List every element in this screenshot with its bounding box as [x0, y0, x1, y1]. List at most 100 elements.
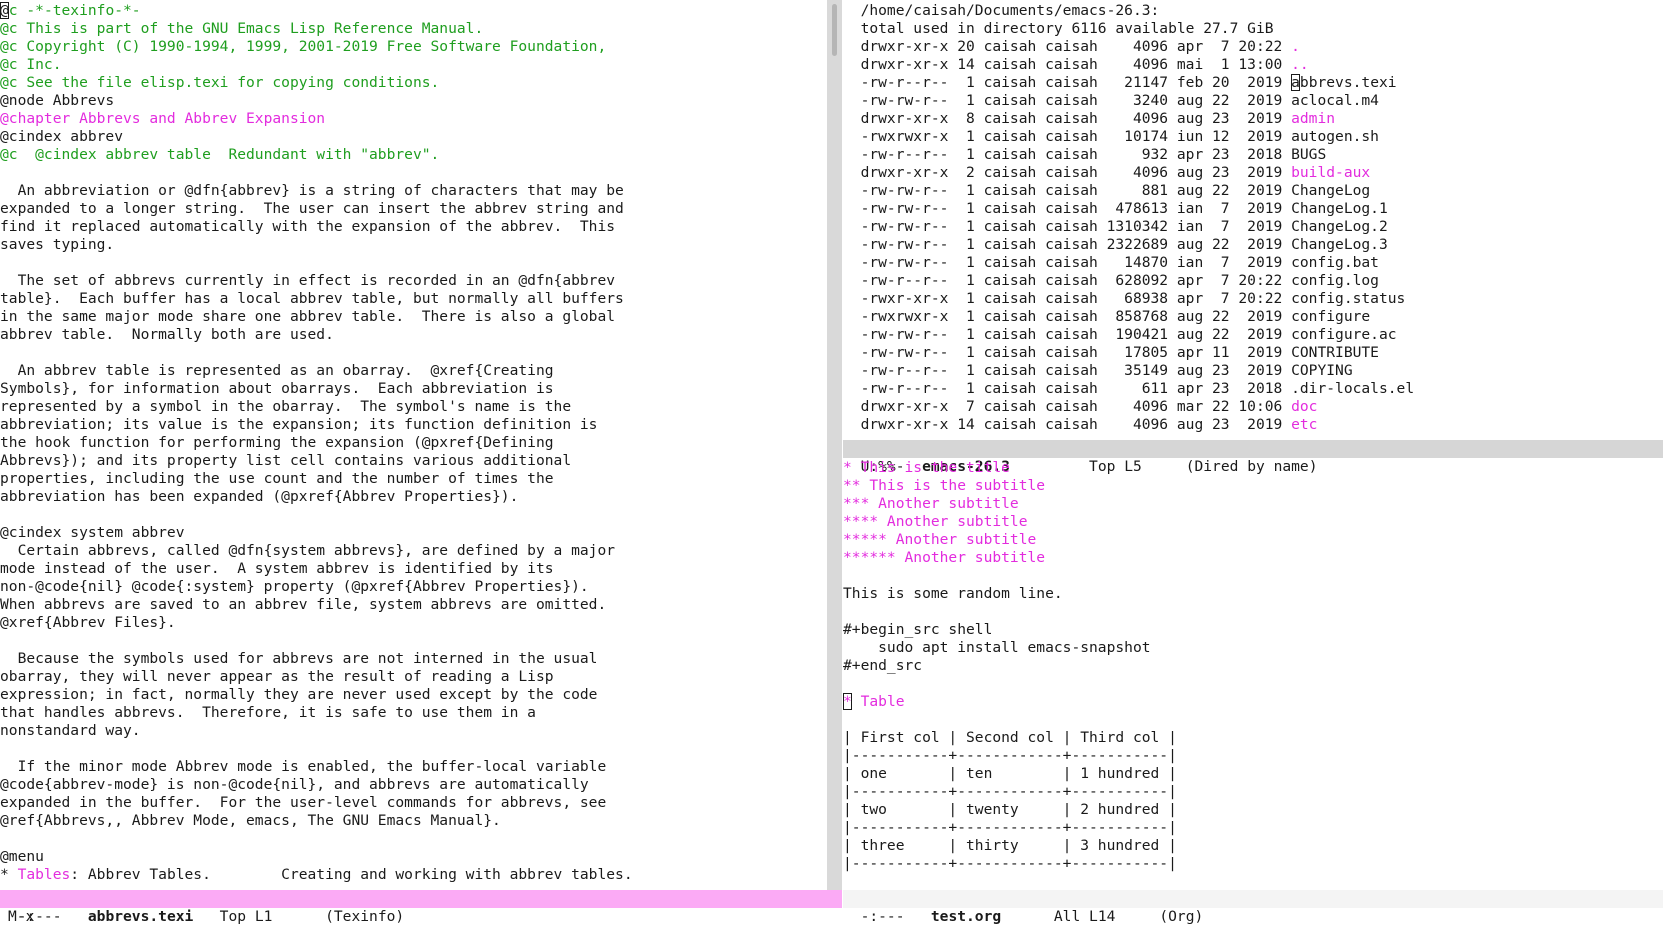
- dired-row[interactable]: -rw-r--r-- 1 caisah caisah 628092 apr 7 …: [843, 272, 1663, 290]
- texinfo-modeline-mode[interactable]: (Texinfo): [325, 908, 404, 925]
- dired-file-name[interactable]: ChangeLog.1: [1291, 200, 1388, 217]
- dired-row[interactable]: -rw-rw-r-- 1 caisah caisah 17805 apr 11 …: [843, 344, 1663, 362]
- texinfo-line: An abbrev table is represented as an oba…: [0, 362, 826, 380]
- dired-file-name[interactable]: configure.ac: [1291, 326, 1396, 343]
- dired-file-name[interactable]: config.bat: [1291, 254, 1379, 271]
- texinfo-text: @code{abbrev-mode} is non-@code{nil}, an…: [0, 776, 589, 793]
- texinfo-text: Abbrevs}); and its property list cell co…: [0, 452, 572, 469]
- dired-row[interactable]: -rw-r--r-- 1 caisah caisah 21147 feb 20 …: [843, 74, 1663, 92]
- dired-scrollbar-thumb[interactable]: [832, 4, 837, 56]
- minibuffer[interactable]: M-x: [8, 908, 34, 926]
- dired-row[interactable]: -rw-rw-r-- 1 caisah caisah 2322689 aug 2…: [843, 236, 1663, 254]
- dired-file-name[interactable]: BUGS: [1291, 146, 1326, 163]
- dired-row[interactable]: drwxr-xr-x 14 caisah caisah 4096 aug 23 …: [843, 416, 1663, 434]
- org-heading[interactable]: ****** Another subtitle: [843, 549, 1663, 567]
- dired-row[interactable]: -rwxrwxr-x 1 caisah caisah 858768 aug 22…: [843, 308, 1663, 326]
- org-buffer-window[interactable]: * This is the title ** This is the subtit…: [843, 459, 1663, 887]
- org-table-heading-text: Table: [851, 693, 905, 710]
- org-headings[interactable]: * This is the title ** This is the subtit…: [843, 459, 1663, 567]
- org-heading[interactable]: **** Another subtitle: [843, 513, 1663, 531]
- texinfo-text: nonstandard way.: [0, 722, 141, 739]
- dired-file-list[interactable]: drwxr-xr-x 20 caisah caisah 4096 apr 7 2…: [843, 38, 1663, 434]
- texinfo-text: @menu: [0, 848, 44, 865]
- texinfo-text: @ref{Abbrevs,, Abbrev Mode, emacs, The G…: [0, 812, 501, 829]
- dired-row[interactable]: drwxr-xr-x 7 caisah caisah 4096 mar 22 1…: [843, 398, 1663, 416]
- dired-row[interactable]: -rw-rw-r-- 1 caisah caisah 3240 aug 22 2…: [843, 92, 1663, 110]
- dired-row-attributes: -rw-rw-r-- 1 caisah caisah 17805 apr 11 …: [843, 344, 1292, 361]
- org-table-heading[interactable]: * Table: [843, 693, 1663, 711]
- dired-row[interactable]: -rw-rw-r-- 1 caisah caisah 14870 ian 7 2…: [843, 254, 1663, 272]
- dired-file-name[interactable]: .dir-locals.el: [1291, 380, 1414, 397]
- dired-row-attributes: -rwxr-xr-x 1 caisah caisah 68938 apr 7 2…: [843, 290, 1292, 307]
- org-modeline-status: -:---: [860, 908, 905, 925]
- dired-file-name[interactable]: ChangeLog.2: [1291, 218, 1388, 235]
- dired-row[interactable]: -rw-rw-r-- 1 caisah caisah 881 aug 22 20…: [843, 182, 1663, 200]
- dired-row[interactable]: -rwxr-xr-x 1 caisah caisah 68938 apr 7 2…: [843, 290, 1663, 308]
- dired-directory-name[interactable]: admin: [1291, 110, 1335, 127]
- org-src-end: #+end_src: [843, 657, 923, 674]
- texinfo-line: * Tables: Abbrev Tables. Creating and wo…: [0, 866, 826, 884]
- org-modeline-buffer[interactable]: test.org: [931, 908, 1001, 925]
- texinfo-text: Symbols}, for information about obarrays…: [0, 380, 554, 397]
- dired-directory-name[interactable]: doc: [1291, 398, 1317, 415]
- dired-directory-name[interactable]: build-aux: [1291, 164, 1370, 181]
- texinfo-text: in the same major mode share one abbrev …: [0, 308, 616, 325]
- dired-file-name[interactable]: configure: [1291, 308, 1370, 325]
- org-heading[interactable]: ** This is the subtitle: [843, 477, 1663, 495]
- texinfo-line: obarray, they will never appear as the r…: [0, 668, 826, 686]
- texinfo-buffer-window[interactable]: @c -*-texinfo-*- @c This is part of the G…: [0, 2, 826, 887]
- dired-row-attributes: -rw-r--r-- 1 caisah caisah 932 apr 23 20…: [843, 146, 1292, 163]
- texinfo-highlight: @chapter Abbrevs and Abbrev Expansion: [0, 110, 326, 127]
- texinfo-line: @c -*-texinfo-*-: [0, 2, 826, 20]
- org-table-row: | two | twenty | 2 hundred |: [843, 801, 1177, 818]
- dired-file-name[interactable]: CONTRIBUTE: [1291, 344, 1379, 361]
- dired-row-attributes: -rw-r--r-- 1 caisah caisah 611 apr 23 20…: [843, 380, 1292, 397]
- dired-buffer-window[interactable]: /home/caisah/Documents/emacs-26.3: total…: [843, 2, 1663, 439]
- dired-row-attributes: drwxr-xr-x 7 caisah caisah 4096 mar 22 1…: [843, 398, 1292, 415]
- dired-file-name[interactable]: COPYING: [1291, 362, 1353, 379]
- dired-directory-name[interactable]: etc: [1291, 416, 1317, 433]
- texinfo-line: find it replaced automatically with the …: [0, 218, 826, 236]
- org-heading[interactable]: *** Another subtitle: [843, 495, 1663, 513]
- dired-row[interactable]: -rw-rw-r-- 1 caisah caisah 478613 ian 7 …: [843, 200, 1663, 218]
- dired-row-attributes: -rw-rw-r-- 1 caisah caisah 881 aug 22 20…: [843, 182, 1292, 199]
- texinfo-text: non-@code{nil} @code{:system} property (…: [0, 578, 589, 595]
- texinfo-line: @cindex abbrev: [0, 128, 826, 146]
- texinfo-line: Abbrevs}); and its property list cell co…: [0, 452, 826, 470]
- texinfo-line: [0, 254, 826, 272]
- dired-file-name[interactable]: autogen.sh: [1291, 128, 1379, 145]
- dired-mode-line[interactable]: U:%%- emacs-26.3 Top L5 (Dired by name): [843, 440, 1663, 475]
- texinfo-modeline-buffer[interactable]: abbrevs.texi: [88, 908, 193, 925]
- org-mode-line[interactable]: -:--- test.org All L14 (Org): [843, 890, 1663, 925]
- texinfo-line: @c See the file elisp.texi for copying c…: [0, 74, 826, 92]
- texinfo-text: table}. Each buffer has a local abbrev t…: [0, 290, 624, 307]
- dired-row[interactable]: -rw-rw-r-- 1 caisah caisah 1310342 ian 7…: [843, 218, 1663, 236]
- dired-row[interactable]: -rwxrwxr-x 1 caisah caisah 10174 iun 12 …: [843, 128, 1663, 146]
- dired-row[interactable]: drwxr-xr-x 20 caisah caisah 4096 apr 7 2…: [843, 38, 1663, 56]
- dired-row-attributes: drwxr-xr-x 20 caisah caisah 4096 apr 7 2…: [843, 38, 1292, 55]
- dired-directory-name[interactable]: ..: [1291, 56, 1309, 73]
- org-heading[interactable]: * This is the title: [843, 459, 1663, 477]
- dired-file-name[interactable]: abbrevs.texi: [1291, 74, 1397, 91]
- dired-file-name[interactable]: ChangeLog.3: [1291, 236, 1388, 253]
- dired-row[interactable]: drwxr-xr-x 2 caisah caisah 4096 aug 23 2…: [843, 164, 1663, 182]
- dired-directory-name[interactable]: .: [1291, 38, 1300, 55]
- dired-row[interactable]: drwxr-xr-x 8 caisah caisah 4096 aug 23 2…: [843, 110, 1663, 128]
- dired-row[interactable]: drwxr-xr-x 14 caisah caisah 4096 mai 1 1…: [843, 56, 1663, 74]
- dired-row[interactable]: -rw-rw-r-- 1 caisah caisah 190421 aug 22…: [843, 326, 1663, 344]
- dired-row[interactable]: -rw-r--r-- 1 caisah caisah 35149 aug 23 …: [843, 362, 1663, 380]
- dired-file-name[interactable]: ChangeLog: [1291, 182, 1370, 199]
- dired-file-name[interactable]: config.log: [1291, 272, 1379, 289]
- texinfo-text: abbreviation has been expanded (@pxref{A…: [0, 488, 519, 505]
- org-modeline-mode[interactable]: (Org): [1159, 908, 1203, 925]
- org-heading[interactable]: ***** Another subtitle: [843, 531, 1663, 549]
- texinfo-buffer-text[interactable]: @c -*-texinfo-*- @c This is part of the G…: [0, 2, 826, 884]
- texinfo-text: Because the symbols used for abbrevs are…: [0, 650, 598, 667]
- org-table[interactable]: | First col | Second col | Third col | |-…: [843, 729, 1663, 873]
- window-vertical-divider[interactable]: [827, 0, 842, 906]
- dired-file-name[interactable]: config.status: [1291, 290, 1405, 307]
- dired-row[interactable]: -rw-r--r-- 1 caisah caisah 611 apr 23 20…: [843, 380, 1663, 398]
- dired-row[interactable]: -rw-r--r-- 1 caisah caisah 932 apr 23 20…: [843, 146, 1663, 164]
- texinfo-mode-line[interactable]: -:--- abbrevs.texi Top L1 (Texinfo): [0, 890, 842, 925]
- dired-file-name[interactable]: aclocal.m4: [1291, 92, 1379, 109]
